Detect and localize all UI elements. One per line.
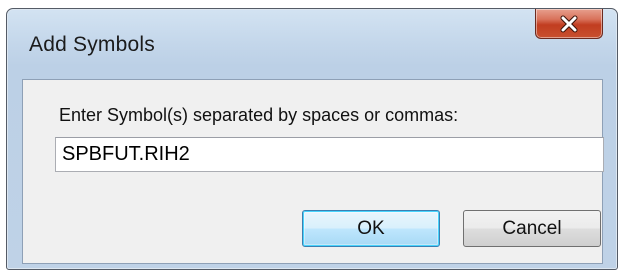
cancel-button[interactable]: Cancel: [463, 210, 601, 247]
ok-button[interactable]: OK: [302, 210, 440, 247]
symbols-prompt-label: Enter Symbol(s) separated by spaces or c…: [59, 105, 459, 125]
close-icon: [560, 15, 578, 32]
symbols-input[interactable]: [55, 137, 604, 172]
close-button[interactable]: [535, 9, 603, 39]
dialog-title: Add Symbols: [29, 33, 155, 56]
add-symbols-dialog: Add Symbols Enter Symbol(s) separated by…: [6, 8, 618, 270]
title-bar[interactable]: Add Symbols: [7, 9, 617, 77]
dialog-body: Enter Symbol(s) separated by spaces or c…: [22, 79, 604, 264]
